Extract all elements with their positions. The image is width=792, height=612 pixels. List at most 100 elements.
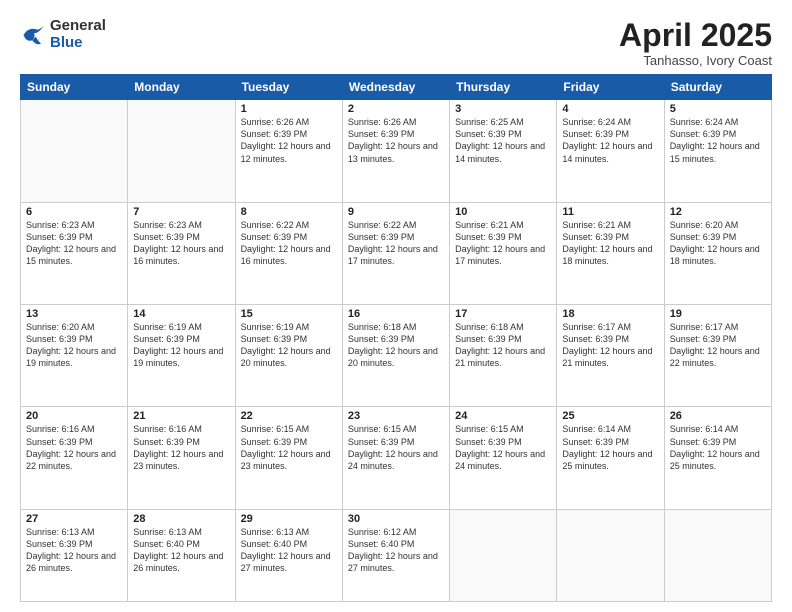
calendar-cell: 9Sunrise: 6:22 AMSunset: 6:39 PMDaylight… xyxy=(342,202,449,304)
calendar-week-row: 1Sunrise: 6:26 AMSunset: 6:39 PMDaylight… xyxy=(21,100,772,202)
calendar-cell: 8Sunrise: 6:22 AMSunset: 6:39 PMDaylight… xyxy=(235,202,342,304)
calendar-cell: 30Sunrise: 6:12 AMSunset: 6:40 PMDayligh… xyxy=(342,509,449,601)
day-number: 19 xyxy=(670,308,766,320)
calendar-week-row: 13Sunrise: 6:20 AMSunset: 6:39 PMDayligh… xyxy=(21,305,772,407)
day-number: 12 xyxy=(670,206,766,218)
calendar-week-row: 27Sunrise: 6:13 AMSunset: 6:39 PMDayligh… xyxy=(21,509,772,601)
calendar-cell: 1Sunrise: 6:26 AMSunset: 6:39 PMDaylight… xyxy=(235,100,342,202)
day-info: Sunrise: 6:15 AMSunset: 6:39 PMDaylight:… xyxy=(241,423,337,472)
day-number: 4 xyxy=(562,103,658,115)
calendar-cell: 7Sunrise: 6:23 AMSunset: 6:39 PMDaylight… xyxy=(128,202,235,304)
calendar-cell: 6Sunrise: 6:23 AMSunset: 6:39 PMDaylight… xyxy=(21,202,128,304)
col-saturday: Saturday xyxy=(664,75,771,100)
day-info: Sunrise: 6:21 AMSunset: 6:39 PMDaylight:… xyxy=(562,219,658,268)
day-info: Sunrise: 6:16 AMSunset: 6:39 PMDaylight:… xyxy=(26,423,122,472)
day-number: 20 xyxy=(26,410,122,422)
logo-icon xyxy=(20,21,48,49)
day-number: 27 xyxy=(26,513,122,525)
day-number: 10 xyxy=(455,206,551,218)
title-area: April 2025 Tanhasso, Ivory Coast xyxy=(619,18,772,68)
day-info: Sunrise: 6:13 AMSunset: 6:40 PMDaylight:… xyxy=(241,526,337,575)
day-number: 17 xyxy=(455,308,551,320)
day-info: Sunrise: 6:26 AMSunset: 6:39 PMDaylight:… xyxy=(241,116,337,165)
calendar-cell: 15Sunrise: 6:19 AMSunset: 6:39 PMDayligh… xyxy=(235,305,342,407)
calendar-cell: 4Sunrise: 6:24 AMSunset: 6:39 PMDaylight… xyxy=(557,100,664,202)
calendar-cell: 5Sunrise: 6:24 AMSunset: 6:39 PMDaylight… xyxy=(664,100,771,202)
day-info: Sunrise: 6:26 AMSunset: 6:39 PMDaylight:… xyxy=(348,116,444,165)
day-number: 18 xyxy=(562,308,658,320)
day-info: Sunrise: 6:17 AMSunset: 6:39 PMDaylight:… xyxy=(562,321,658,370)
calendar-cell: 22Sunrise: 6:15 AMSunset: 6:39 PMDayligh… xyxy=(235,407,342,509)
day-number: 5 xyxy=(670,103,766,115)
calendar-cell: 29Sunrise: 6:13 AMSunset: 6:40 PMDayligh… xyxy=(235,509,342,601)
calendar-cell: 14Sunrise: 6:19 AMSunset: 6:39 PMDayligh… xyxy=(128,305,235,407)
day-number: 26 xyxy=(670,410,766,422)
day-info: Sunrise: 6:18 AMSunset: 6:39 PMDaylight:… xyxy=(348,321,444,370)
calendar-cell: 28Sunrise: 6:13 AMSunset: 6:40 PMDayligh… xyxy=(128,509,235,601)
day-number: 14 xyxy=(133,308,229,320)
day-number: 3 xyxy=(455,103,551,115)
day-number: 11 xyxy=(562,206,658,218)
day-info: Sunrise: 6:20 AMSunset: 6:39 PMDaylight:… xyxy=(670,219,766,268)
day-info: Sunrise: 6:13 AMSunset: 6:40 PMDaylight:… xyxy=(133,526,229,575)
day-number: 30 xyxy=(348,513,444,525)
day-info: Sunrise: 6:12 AMSunset: 6:40 PMDaylight:… xyxy=(348,526,444,575)
calendar-cell: 11Sunrise: 6:21 AMSunset: 6:39 PMDayligh… xyxy=(557,202,664,304)
calendar-cell xyxy=(128,100,235,202)
calendar-cell: 19Sunrise: 6:17 AMSunset: 6:39 PMDayligh… xyxy=(664,305,771,407)
calendar-cell xyxy=(450,509,557,601)
day-number: 23 xyxy=(348,410,444,422)
day-info: Sunrise: 6:13 AMSunset: 6:39 PMDaylight:… xyxy=(26,526,122,575)
day-info: Sunrise: 6:24 AMSunset: 6:39 PMDaylight:… xyxy=(670,116,766,165)
calendar-cell: 20Sunrise: 6:16 AMSunset: 6:39 PMDayligh… xyxy=(21,407,128,509)
day-info: Sunrise: 6:25 AMSunset: 6:39 PMDaylight:… xyxy=(455,116,551,165)
calendar-cell xyxy=(557,509,664,601)
header: General Blue April 2025 Tanhasso, Ivory … xyxy=(20,18,772,68)
day-number: 6 xyxy=(26,206,122,218)
day-info: Sunrise: 6:14 AMSunset: 6:39 PMDaylight:… xyxy=(562,423,658,472)
day-info: Sunrise: 6:19 AMSunset: 6:39 PMDaylight:… xyxy=(133,321,229,370)
day-info: Sunrise: 6:19 AMSunset: 6:39 PMDaylight:… xyxy=(241,321,337,370)
calendar-week-row: 6Sunrise: 6:23 AMSunset: 6:39 PMDaylight… xyxy=(21,202,772,304)
month-title: April 2025 xyxy=(619,18,772,53)
calendar-header-row: Sunday Monday Tuesday Wednesday Thursday… xyxy=(21,75,772,100)
day-info: Sunrise: 6:22 AMSunset: 6:39 PMDaylight:… xyxy=(241,219,337,268)
calendar-cell: 13Sunrise: 6:20 AMSunset: 6:39 PMDayligh… xyxy=(21,305,128,407)
day-info: Sunrise: 6:14 AMSunset: 6:39 PMDaylight:… xyxy=(670,423,766,472)
calendar-cell: 17Sunrise: 6:18 AMSunset: 6:39 PMDayligh… xyxy=(450,305,557,407)
logo: General Blue xyxy=(20,18,106,51)
day-info: Sunrise: 6:20 AMSunset: 6:39 PMDaylight:… xyxy=(26,321,122,370)
calendar-cell xyxy=(21,100,128,202)
day-number: 24 xyxy=(455,410,551,422)
calendar-cell: 21Sunrise: 6:16 AMSunset: 6:39 PMDayligh… xyxy=(128,407,235,509)
calendar-cell: 2Sunrise: 6:26 AMSunset: 6:39 PMDaylight… xyxy=(342,100,449,202)
logo-general: General xyxy=(50,18,106,35)
logo-text: General Blue xyxy=(50,18,106,51)
calendar-cell: 25Sunrise: 6:14 AMSunset: 6:39 PMDayligh… xyxy=(557,407,664,509)
day-info: Sunrise: 6:23 AMSunset: 6:39 PMDaylight:… xyxy=(26,219,122,268)
day-info: Sunrise: 6:15 AMSunset: 6:39 PMDaylight:… xyxy=(348,423,444,472)
calendar-cell: 27Sunrise: 6:13 AMSunset: 6:39 PMDayligh… xyxy=(21,509,128,601)
calendar-cell: 24Sunrise: 6:15 AMSunset: 6:39 PMDayligh… xyxy=(450,407,557,509)
logo-blue: Blue xyxy=(50,35,106,52)
day-info: Sunrise: 6:23 AMSunset: 6:39 PMDaylight:… xyxy=(133,219,229,268)
day-info: Sunrise: 6:16 AMSunset: 6:39 PMDaylight:… xyxy=(133,423,229,472)
calendar-cell: 16Sunrise: 6:18 AMSunset: 6:39 PMDayligh… xyxy=(342,305,449,407)
col-wednesday: Wednesday xyxy=(342,75,449,100)
day-number: 29 xyxy=(241,513,337,525)
calendar-cell: 12Sunrise: 6:20 AMSunset: 6:39 PMDayligh… xyxy=(664,202,771,304)
day-number: 9 xyxy=(348,206,444,218)
day-number: 2 xyxy=(348,103,444,115)
day-info: Sunrise: 6:18 AMSunset: 6:39 PMDaylight:… xyxy=(455,321,551,370)
col-sunday: Sunday xyxy=(21,75,128,100)
col-monday: Monday xyxy=(128,75,235,100)
day-number: 13 xyxy=(26,308,122,320)
day-info: Sunrise: 6:21 AMSunset: 6:39 PMDaylight:… xyxy=(455,219,551,268)
day-number: 8 xyxy=(241,206,337,218)
calendar-cell: 26Sunrise: 6:14 AMSunset: 6:39 PMDayligh… xyxy=(664,407,771,509)
day-number: 22 xyxy=(241,410,337,422)
location: Tanhasso, Ivory Coast xyxy=(619,53,772,68)
day-number: 7 xyxy=(133,206,229,218)
calendar-cell xyxy=(664,509,771,601)
col-thursday: Thursday xyxy=(450,75,557,100)
